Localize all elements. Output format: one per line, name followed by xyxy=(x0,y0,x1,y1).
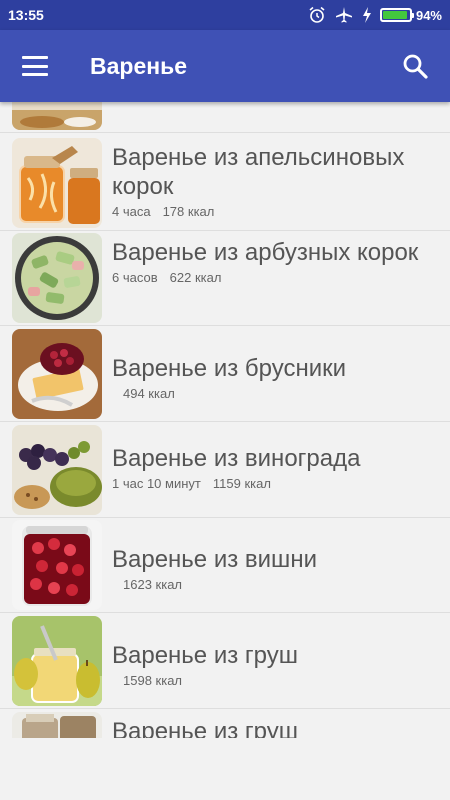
recipe-thumbnail xyxy=(12,329,102,419)
status-time: 13:55 xyxy=(8,7,44,23)
status-bar: 13:55 94% xyxy=(0,0,450,30)
recipe-meta: 4 часа 178 ккал xyxy=(112,204,438,219)
recipe-kcal: 622 ккал xyxy=(169,270,222,285)
hamburger-menu-icon[interactable] xyxy=(22,56,48,76)
recipe-time: 6 часов xyxy=(112,270,158,285)
status-icons: 94% xyxy=(308,6,442,24)
recipe-title: Варенье из вишни xyxy=(112,546,317,573)
recipe-title: Варенье из винограда xyxy=(112,445,361,472)
list-item[interactable]: Варенье из арбузных корок 6 часов 622 кк… xyxy=(0,230,450,326)
list-item[interactable]: Варенье из винограда 1 час 10 минут 1159… xyxy=(0,422,450,518)
battery-level-fill xyxy=(382,11,408,19)
recipe-time: 4 часа xyxy=(112,204,151,219)
recipe-kcal: 1598 ккал xyxy=(123,673,183,688)
page-title: Варенье xyxy=(90,52,188,79)
recipe-info: Варенье из груш xyxy=(112,717,438,738)
recipe-title: Варенье из брусники xyxy=(112,355,347,382)
recipe-kcal: 178 ккал xyxy=(162,204,215,219)
list-item[interactable]: Варенье из брусники 494 ккал xyxy=(0,326,450,422)
recipe-info: Варенье из вишни 1623 ккал xyxy=(112,545,438,592)
recipe-title: Варенье из груш xyxy=(112,718,298,738)
recipe-time: 1 час 10 минут xyxy=(112,476,201,491)
list-item[interactable]: Варенье из груш xyxy=(0,709,450,738)
recipe-meta: 1623 ккал xyxy=(112,577,438,592)
recipe-kcal: 1159 ккал xyxy=(212,476,271,491)
bottom-empty-area xyxy=(0,738,450,800)
recipe-info: Варенье из арбузных корок 6 часов 622 кк… xyxy=(112,238,438,285)
recipe-title: Варенье из апельсиновых корок xyxy=(112,144,405,200)
alarm-icon xyxy=(309,6,325,23)
recipe-meta: 1598 ккал xyxy=(112,673,438,688)
recipe-title: Варенье из арбузных корок xyxy=(112,239,419,266)
recipe-thumbnail xyxy=(12,712,102,738)
recipe-thumbnail xyxy=(12,616,102,706)
recipe-title: Варенье из груш xyxy=(112,642,298,669)
battery-indicator: 94% xyxy=(379,7,442,23)
charging-icon xyxy=(362,7,371,23)
recipe-thumbnail xyxy=(12,520,102,610)
recipe-info: Варенье из брусники 494 ккал xyxy=(112,354,438,401)
app-bar: Варенье xyxy=(0,30,450,102)
recipe-thumbnail xyxy=(12,425,102,515)
list-item[interactable]: Варенье из вишни 1623 ккал xyxy=(0,517,450,613)
recipe-thumbnail xyxy=(12,138,102,228)
battery-icon xyxy=(379,8,414,22)
recipe-info: Варенье из винограда 1 час 10 минут 1159… xyxy=(112,444,438,491)
recipe-thumbnail xyxy=(12,102,102,130)
search-icon[interactable] xyxy=(402,53,428,79)
list-item[interactable]: Варенье из апельсиновых корок 4 часа 178… xyxy=(0,135,450,231)
recipe-thumbnail xyxy=(12,233,102,323)
list-item[interactable] xyxy=(0,102,450,133)
airplane-icon xyxy=(335,7,352,23)
recipe-info: Варенье из апельсиновых корок 4 часа 178… xyxy=(112,143,438,219)
recipe-meta: 1 час 10 минут 1159 ккал xyxy=(112,476,438,491)
recipe-info: Варенье из груш 1598 ккал xyxy=(112,641,438,688)
recipe-kcal: 1623 ккал xyxy=(123,577,183,592)
battery-percent: 94% xyxy=(415,7,442,23)
recipe-meta: 494 ккал xyxy=(112,386,438,401)
recipe-list[interactable]: Варенье из апельсиновых корок 4 часа 178… xyxy=(0,102,450,738)
recipe-kcal: 494 ккал xyxy=(123,386,175,401)
list-item[interactable]: Варенье из груш 1598 ккал xyxy=(0,613,450,709)
recipe-meta: 6 часов 622 ккал xyxy=(112,270,438,285)
